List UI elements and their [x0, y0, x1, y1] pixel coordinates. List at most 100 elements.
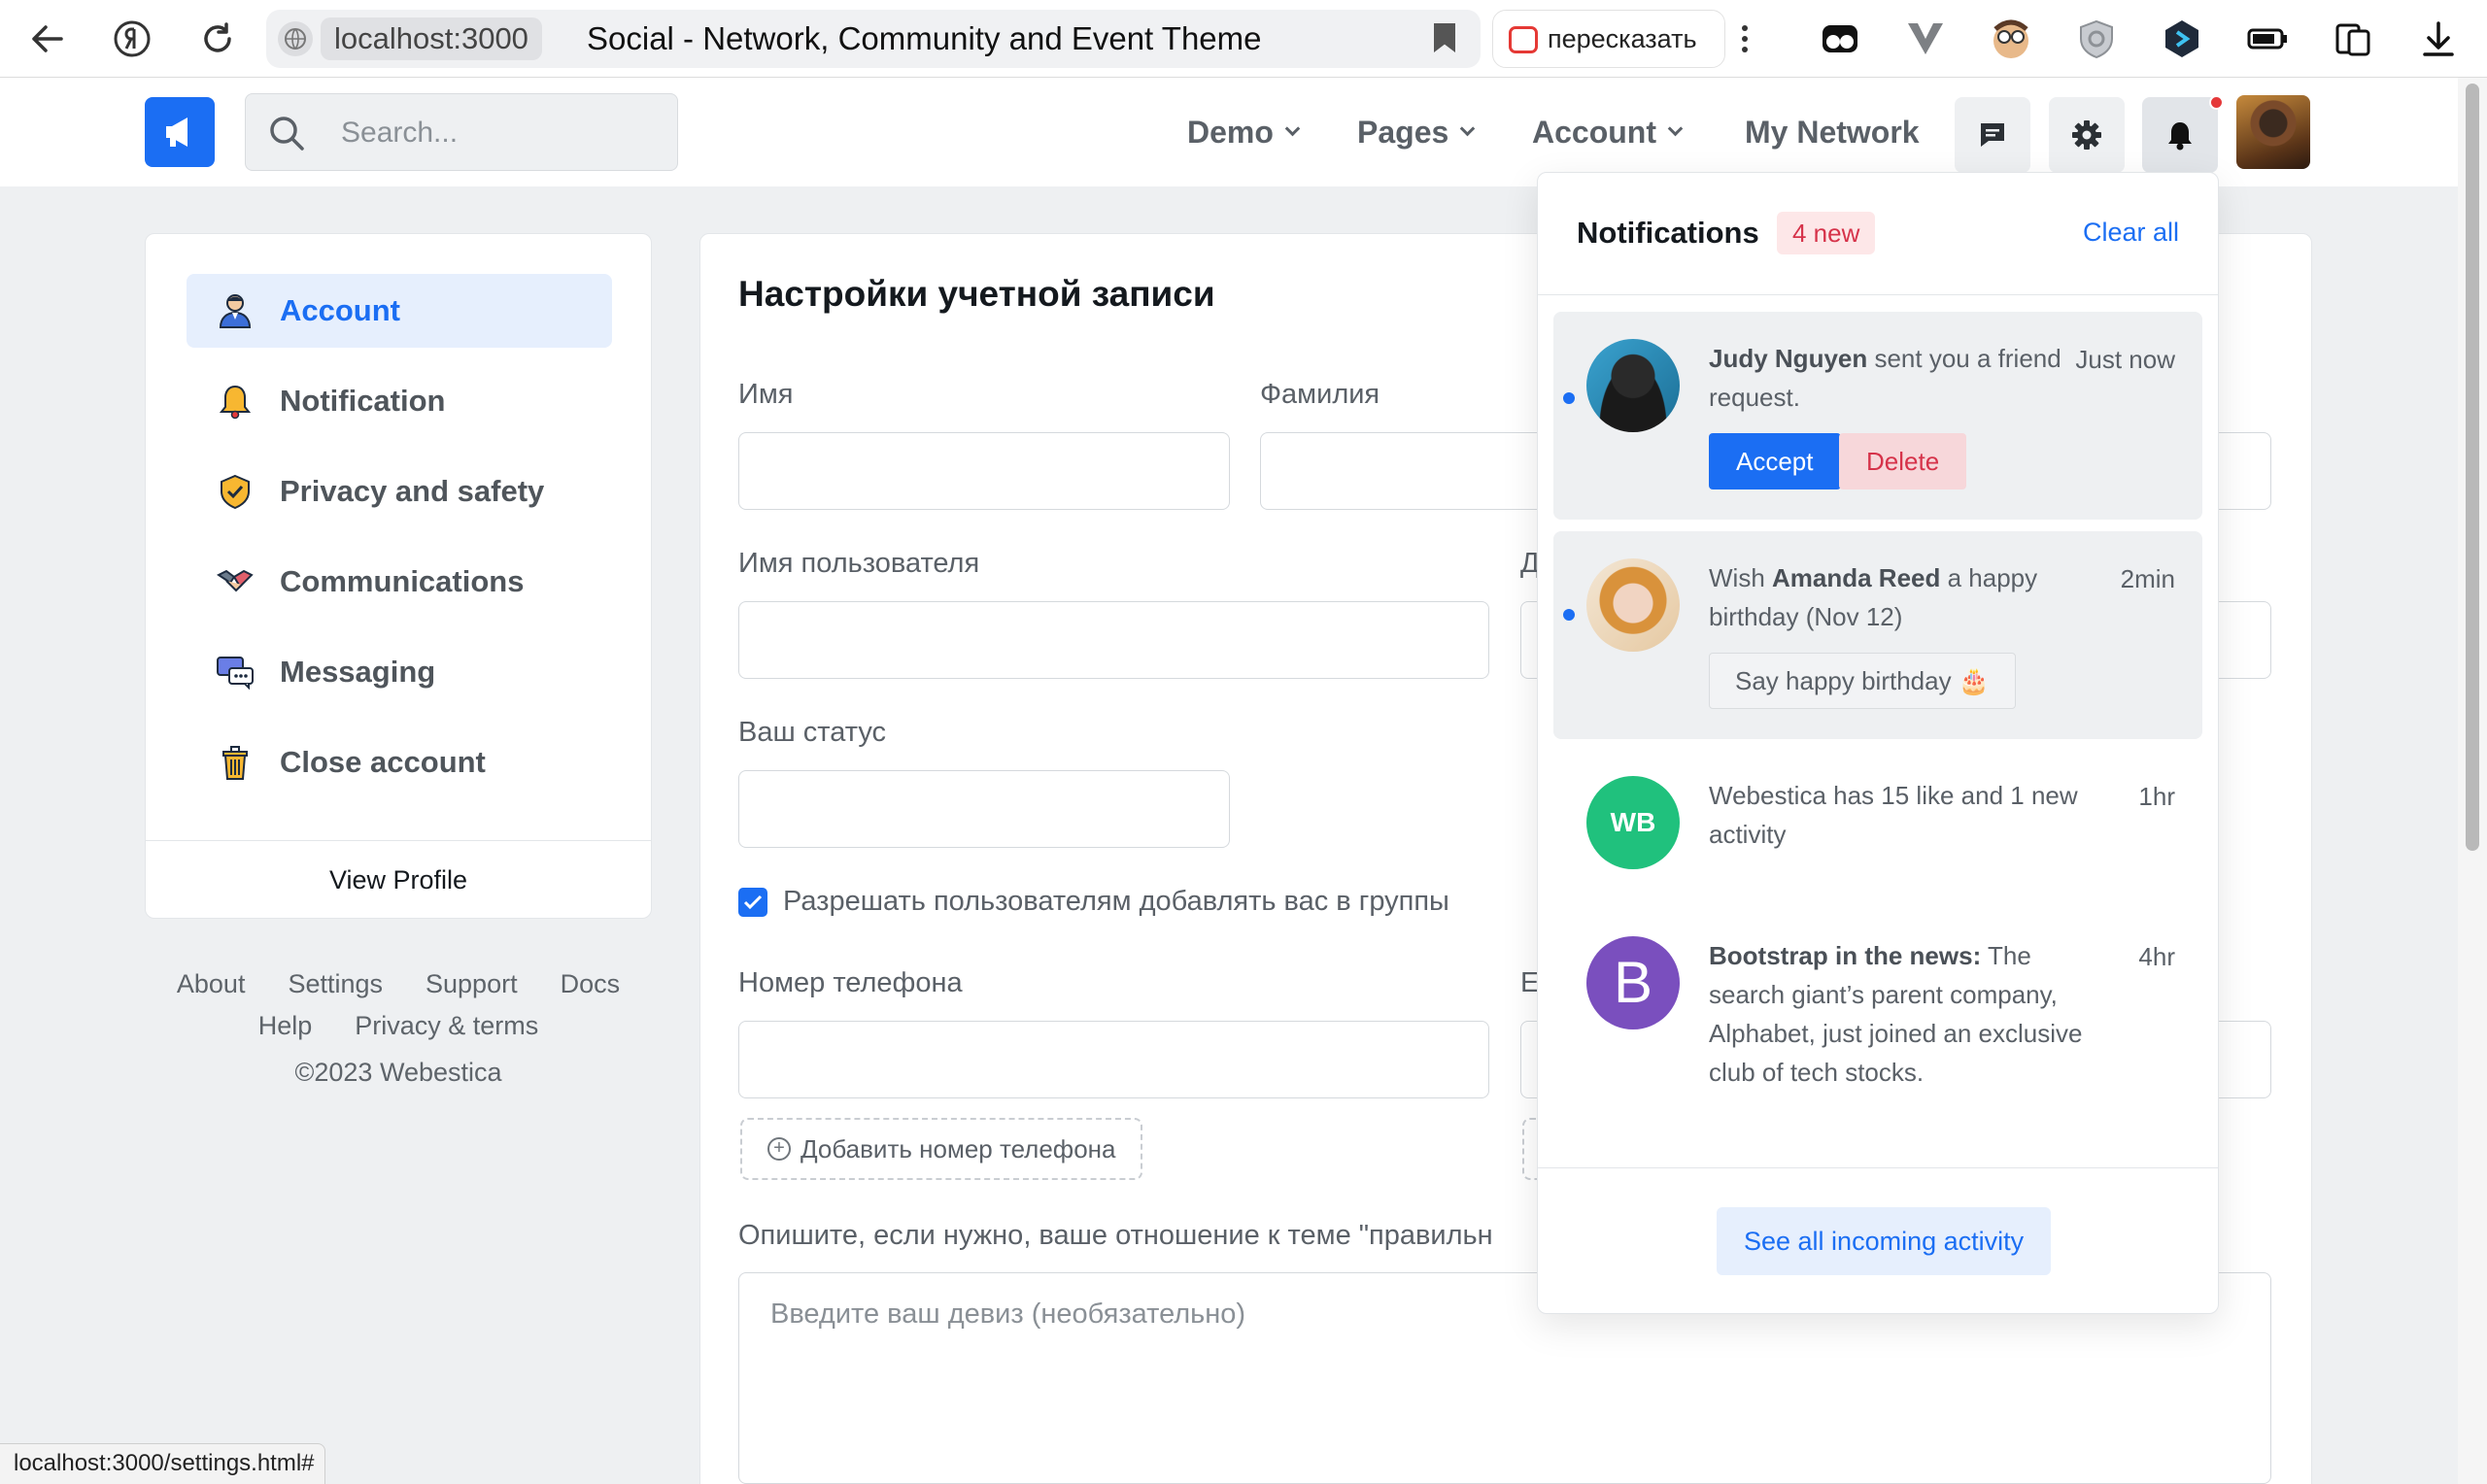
notifications-header: Notifications 4 new Clear all: [1538, 173, 2218, 295]
sidebar-item-privacy[interactable]: Privacy and safety: [187, 455, 612, 528]
footer-link-support[interactable]: Support: [426, 969, 518, 998]
nav-pages[interactable]: Pages: [1357, 78, 1476, 186]
plus-circle-icon: +: [767, 1137, 791, 1161]
see-all-activity-button[interactable]: See all incoming activity: [1717, 1207, 2052, 1275]
download-icon[interactable]: [2417, 17, 2460, 60]
first-name-label: Имя: [738, 379, 794, 410]
notification-badge-dot: [2209, 95, 2224, 110]
footer-links-row2: Help Privacy & terms: [145, 1011, 652, 1041]
retell-label: пересказать: [1548, 24, 1697, 53]
sidebar-item-label: Notification: [280, 384, 446, 418]
nav-demo[interactable]: Demo: [1187, 78, 1301, 186]
notification-item[interactable]: Wish Amanda Reed a happy birthday (Nov 1…: [1553, 531, 2202, 739]
logo-icon[interactable]: [145, 97, 215, 167]
sidebar-item-account[interactable]: Account: [187, 274, 612, 348]
sidebar-item-messaging[interactable]: Messaging: [187, 635, 612, 709]
bell-icon: [2168, 122, 2192, 151]
url-host[interactable]: localhost:3000: [321, 17, 542, 60]
sidebar-item-close-account[interactable]: Close account: [187, 725, 612, 799]
app-header: Search... Demo Pages Account My Network: [0, 78, 2458, 186]
sidebar-item-notification[interactable]: Notification: [187, 364, 612, 438]
collections-icon[interactable]: [2332, 17, 2374, 60]
footer-link-about[interactable]: About: [177, 969, 246, 998]
extension-icon-1[interactable]: [1819, 17, 1861, 60]
notification-text: Bootstrap in the news: The search giant’…: [1709, 936, 2097, 1092]
notification-text: Wish Amanda Reed a happy birthday (Nov 1…: [1709, 558, 2097, 636]
footer-link-docs[interactable]: Docs: [561, 969, 621, 998]
username-field[interactable]: [738, 601, 1489, 679]
settings-button[interactable]: [2049, 97, 2125, 173]
address-bar[interactable]: localhost:3000 Social - Network, Communi…: [266, 10, 1481, 68]
last-name-label: Фамилия: [1260, 379, 1380, 410]
shield-icon: [216, 472, 255, 511]
footer-link-help[interactable]: Help: [258, 1011, 313, 1040]
add-phone-button[interactable]: + Добавить номер телефона: [740, 1118, 1142, 1180]
nav-my-network[interactable]: My Network: [1745, 78, 1920, 186]
nav-account[interactable]: Account: [1532, 78, 1684, 186]
sidebar-item-label: Account: [280, 293, 400, 327]
search-input[interactable]: Search...: [245, 93, 678, 171]
notification-headline: Bootstrap in the news:: [1709, 941, 1982, 970]
page-title: Настройки учетной записи: [738, 274, 1215, 314]
phone-field[interactable]: [738, 1021, 1489, 1098]
extension-icon-3[interactable]: [1990, 17, 2032, 60]
motto-placeholder: Введите ваш девиз (необязательно): [770, 1298, 1246, 1330]
new-count-badge: 4 new: [1777, 212, 1876, 254]
avatar: WB: [1586, 776, 1680, 869]
notifications-title: Notifications: [1577, 216, 1759, 250]
footer-link-privacy[interactable]: Privacy & terms: [355, 1011, 538, 1040]
avatar: [1586, 339, 1680, 432]
bell-icon: [216, 382, 255, 421]
settings-sidebar: Account Notification Privacy and safety …: [145, 233, 652, 919]
sidebar-item-communications[interactable]: Communications: [187, 545, 612, 619]
add-phone-label: Добавить номер телефона: [801, 1134, 1116, 1164]
notification-item[interactable]: WB Webestica has 15 like and 1 new activ…: [1553, 751, 2202, 896]
back-icon[interactable]: [23, 16, 70, 62]
notification-time: 2min: [2120, 564, 2175, 593]
site-info-icon[interactable]: [278, 21, 313, 56]
chat-bubbles-icon: [216, 653, 255, 691]
extension-icon-2[interactable]: [1904, 17, 1947, 60]
notifications-button[interactable]: [2142, 97, 2218, 173]
sidebar-item-label: Messaging: [280, 655, 436, 689]
allow-groups-checkbox[interactable]: [738, 888, 767, 917]
reload-icon[interactable]: [194, 16, 241, 62]
notification-text: Webestica has 15 like and 1 new activity: [1709, 781, 2078, 849]
first-name-field[interactable]: [738, 432, 1230, 510]
avatar-initials: WB: [1610, 807, 1656, 837]
view-profile-link[interactable]: View Profile: [146, 840, 651, 918]
notifications-dropdown: Notifications 4 new Clear all Judy Nguye…: [1537, 172, 2219, 1314]
trash-icon: [216, 743, 255, 782]
allow-groups-label: Разрешать пользователям добавлять вас в …: [783, 886, 1449, 917]
delete-button[interactable]: Delete: [1839, 433, 1967, 489]
say-happy-birthday-button[interactable]: Say happy birthday 🎂: [1709, 653, 2017, 709]
extension-icon-4[interactable]: [2075, 17, 2118, 60]
status-label: Ваш статус: [738, 717, 887, 748]
yandex-icon[interactable]: [109, 16, 155, 62]
footer-links-row1: About Settings Support Docs: [145, 969, 652, 999]
sidebar-item-label: Communications: [280, 564, 525, 598]
page-scrollbar[interactable]: [2458, 78, 2487, 1484]
scrollbar-thumb[interactable]: [2466, 84, 2479, 851]
clear-all-link[interactable]: Clear all: [2083, 218, 2179, 248]
sidebar-item-label: Close account: [280, 745, 486, 779]
more-menu-icon[interactable]: [1721, 16, 1768, 62]
notification-sender: Judy Nguyen: [1709, 344, 1868, 373]
notification-item[interactable]: Judy Nguyen sent you a friend request. J…: [1553, 312, 2202, 520]
sidebar-item-label: Privacy and safety: [280, 474, 545, 508]
messages-button[interactable]: [1955, 97, 2030, 173]
footer-link-settings[interactable]: Settings: [288, 969, 383, 998]
notification-text: Judy Nguyen sent you a friend request.: [1709, 339, 2097, 417]
avatar[interactable]: [2236, 95, 2310, 169]
notification-time: Just now: [2075, 345, 2175, 374]
retell-button[interactable]: пересказать: [1492, 10, 1725, 68]
status-field[interactable]: [738, 770, 1230, 848]
unread-dot: [1563, 392, 1575, 404]
extension-icon-5[interactable]: [2161, 17, 2203, 60]
bookmark-icon[interactable]: [1434, 23, 1455, 52]
notification-item[interactable]: B Bootstrap in the news: The search gian…: [1553, 911, 2202, 1125]
battery-icon: [2246, 17, 2289, 60]
accept-button[interactable]: Accept: [1709, 433, 1841, 489]
notification-person: Amanda Reed: [1772, 563, 1941, 592]
unread-dot: [1563, 609, 1575, 621]
